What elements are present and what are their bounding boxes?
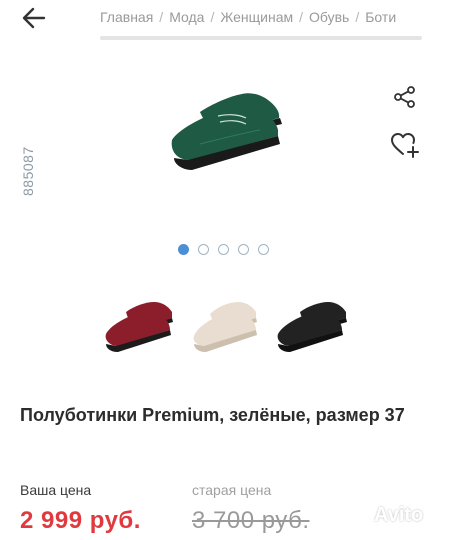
breadcrumb-separator: /: [355, 9, 360, 25]
old-price-label: старая цена: [192, 482, 272, 498]
breadcrumb-item-boots[interactable]: Боти: [365, 9, 396, 25]
variant-thumbnail-beige[interactable]: [186, 296, 264, 360]
breadcrumb-separator: /: [159, 9, 164, 25]
article-code: 885087: [20, 146, 36, 196]
heart-plus-icon: [391, 133, 419, 158]
current-price: 2 999 руб.: [20, 507, 141, 534]
avito-watermark: Avito: [344, 502, 440, 530]
color-variants: [100, 296, 350, 360]
gallery-pagination: [178, 244, 269, 256]
gallery-dot[interactable]: [178, 244, 189, 255]
gallery-dot[interactable]: [198, 244, 209, 255]
breadcrumb-item-home[interactable]: Главная: [100, 9, 153, 25]
shoe-thumbnail-image: [193, 302, 257, 352]
breadcrumb: Главная / Мода / Женщинам / Обувь / Боти: [100, 9, 420, 29]
favorite-button[interactable]: [390, 130, 420, 160]
back-button[interactable]: [20, 6, 48, 30]
variant-thumbnail-burgundy[interactable]: [100, 296, 178, 360]
shoe-thumbnail-image: [105, 302, 173, 352]
shoe-thumbnail-image: [277, 302, 347, 352]
share-button[interactable]: [392, 84, 418, 110]
share-icon: [394, 86, 415, 108]
breadcrumb-item-shoes[interactable]: Обувь: [309, 9, 349, 25]
gallery-dot[interactable]: [218, 244, 229, 255]
product-title: Полуботинки Premium, зелёные, размер 37: [20, 405, 405, 425]
shoe-image: [171, 93, 282, 170]
avito-logo-icon: [347, 505, 368, 526]
gallery-dot[interactable]: [258, 244, 269, 255]
top-bar: Главная / Мода / Женщинам / Обувь / Боти: [0, 0, 449, 40]
watermark-text: Avito: [374, 504, 424, 526]
breadcrumb-item-fashion[interactable]: Мода: [169, 9, 204, 25]
breadcrumb-separator: /: [210, 9, 215, 25]
breadcrumb-separator: /: [299, 9, 303, 25]
variant-thumbnail-black[interactable]: [272, 296, 350, 360]
breadcrumb-item-women[interactable]: Женщинам: [220, 9, 293, 25]
breadcrumb-scrollbar[interactable]: [100, 36, 422, 40]
gallery-dot[interactable]: [238, 244, 249, 255]
old-price: 3 700 руб.: [192, 507, 310, 534]
arrow-left-icon: [22, 7, 46, 29]
product-main-photo[interactable]: [160, 82, 290, 182]
current-price-label: Ваша цена: [20, 482, 92, 498]
